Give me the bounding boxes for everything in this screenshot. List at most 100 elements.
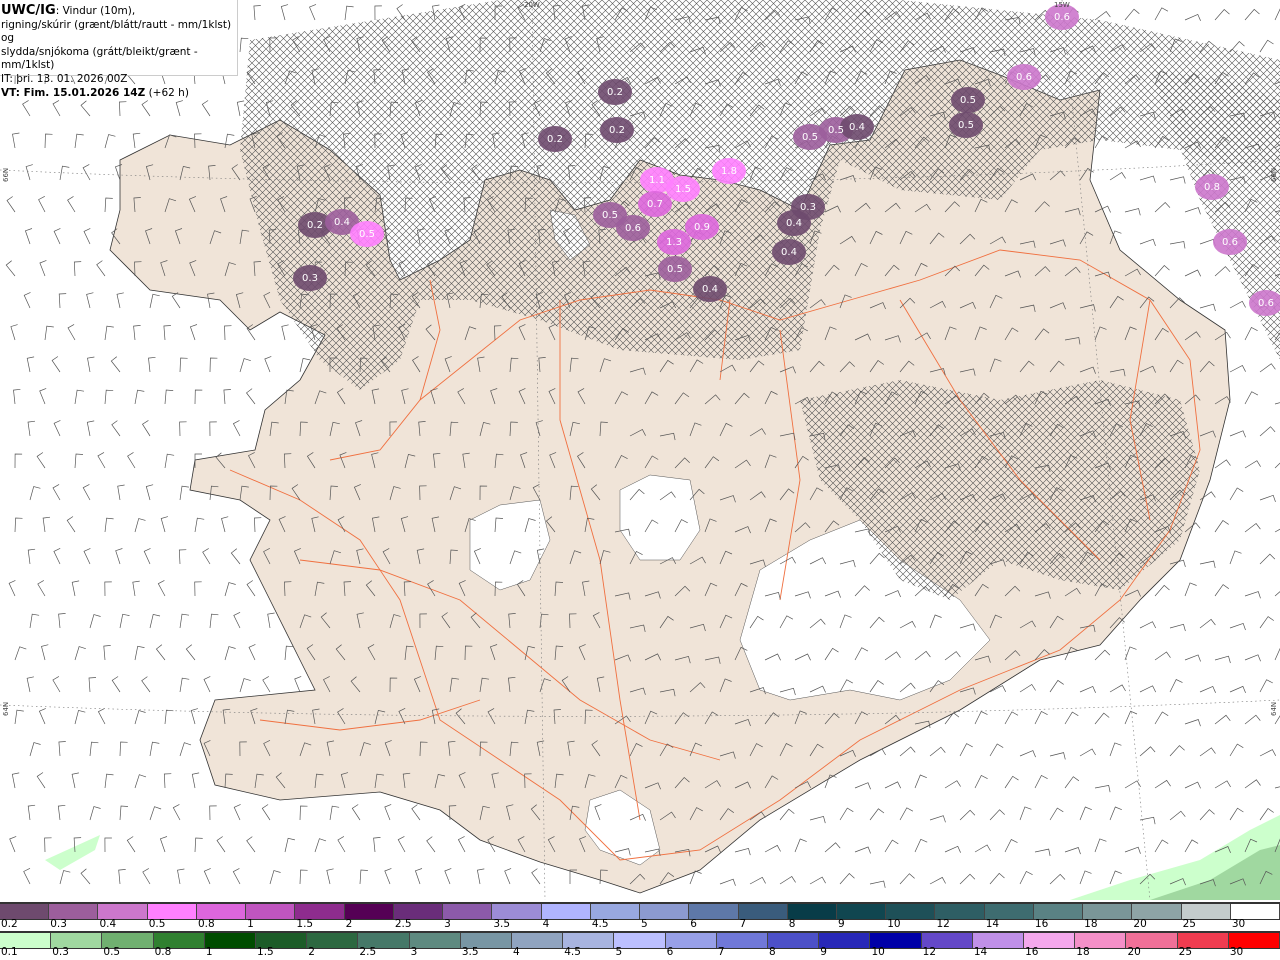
wind-barb [246,580,256,597]
wind-barb [248,644,256,661]
wind-barb [1049,679,1064,693]
wind-barb [111,676,121,693]
wind-barb [1049,807,1064,821]
wind-barb [1139,621,1157,629]
legend_rain-label: 2.5 [359,946,377,958]
wind-barb [74,646,86,661]
legend_snow-swatch [689,904,739,919]
wind-barb [58,613,66,629]
wind-barb [80,868,91,885]
wind-barb [14,453,23,469]
legend_snow-swatch [935,904,985,919]
wind-barb [1154,779,1171,789]
wind-barb [457,836,466,853]
wind-barb [280,4,289,21]
wind-barb [209,613,219,629]
precip-value-label: 0.4 [334,217,350,228]
wind-barb [25,164,33,181]
wind-barb [117,484,125,501]
wind-barb [26,356,35,373]
legend_rain-label: 18 [1076,946,1090,958]
legend_snow-swatch [443,904,493,919]
wind-barb [39,388,47,405]
wind-barb [23,867,31,885]
precip-value-label: 0.5 [802,132,818,143]
wind-barb [384,804,392,821]
wind-barb [1139,175,1156,183]
wind-barb [281,324,289,341]
wind-barb [1094,712,1110,725]
wind-barb [221,516,229,533]
wind-barb [1214,780,1231,789]
wind-barb [179,357,188,373]
wind-barb [284,645,294,661]
wind-barb [1154,265,1170,277]
legend_snow-label: 16 [1034,918,1049,930]
wind-barb [1199,560,1216,568]
precip-value-label: 0.2 [609,125,625,136]
wind-barb [239,358,251,373]
wind-barb [87,356,95,373]
precip-value-label: 0.4 [786,218,802,229]
wind-barb [1169,241,1186,249]
wind-barb [1229,685,1246,694]
wind-barb [264,356,272,373]
wind-barb [989,872,1005,885]
wind-barb [1244,460,1261,469]
wind-barb [36,452,46,469]
wind-barb [1214,9,1230,21]
wind-barb [337,836,346,853]
wind-barb [1199,618,1216,629]
wind-barb [145,484,154,501]
legend_rain-label: 0.5 [103,946,121,958]
legend_rain-label: 16 [1025,946,1039,958]
wind-barb [1244,327,1258,341]
legend_snow-swatch [147,904,197,919]
wind-barb [160,516,168,533]
legend_snow-swatch [590,904,641,919]
wind-barb [1184,269,1202,277]
wind-barb [233,611,241,629]
precip-value-label: 0.6 [1016,72,1032,83]
wind-barb [1244,8,1260,21]
snow-legend-labels: 0.2 0.3 0.4 0.5 0.8 1 1.5 2 2.5 3 3.5 4 4.5 5 6 7 8 9 10 12… [0,918,1280,932]
legend_snow-swatch [1033,904,1084,919]
legend_snow-swatch [0,904,50,919]
wind-barb [253,5,261,21]
wind-barb [172,804,181,821]
legend_rain-label: 0.8 [154,946,172,958]
wind-barb [899,746,916,757]
wind-barb [73,261,82,277]
wind-barb [38,195,46,213]
wind-barb [1274,8,1280,21]
legend_rain-label: 8 [769,946,776,958]
wind-barb [974,775,988,789]
wind-barb [175,100,183,117]
graticule-label-66n-left: 66N [2,167,10,182]
legend_snow-label: 3.5 [493,918,511,930]
product-name: UWC/IG [1,3,56,18]
legend_rain-label: 6 [666,946,674,958]
wind-barb [1259,679,1273,693]
wind-barb [201,100,211,117]
wind-barb [155,644,166,661]
wind-barb [261,804,271,821]
wind-barb [839,873,855,885]
legend_rain-label: 30 [1229,946,1244,958]
wind-barb [203,676,211,693]
wind-barb [1184,719,1201,727]
legend_snow-label: 12 [936,918,950,930]
wind-barb [989,809,1005,821]
wind-barb [1274,402,1280,405]
wind-barb [233,804,241,821]
wind-barb [157,580,166,597]
wind-barb [8,580,16,597]
wind-barb [914,838,928,853]
precip-value-label: 0.2 [547,134,563,145]
wind-barb [27,804,36,821]
wind-barb [104,325,114,341]
legend_snow-swatch [541,904,591,919]
wind-barb [1259,39,1274,53]
wind-barb [1184,654,1201,662]
wind-barb [1124,8,1140,21]
